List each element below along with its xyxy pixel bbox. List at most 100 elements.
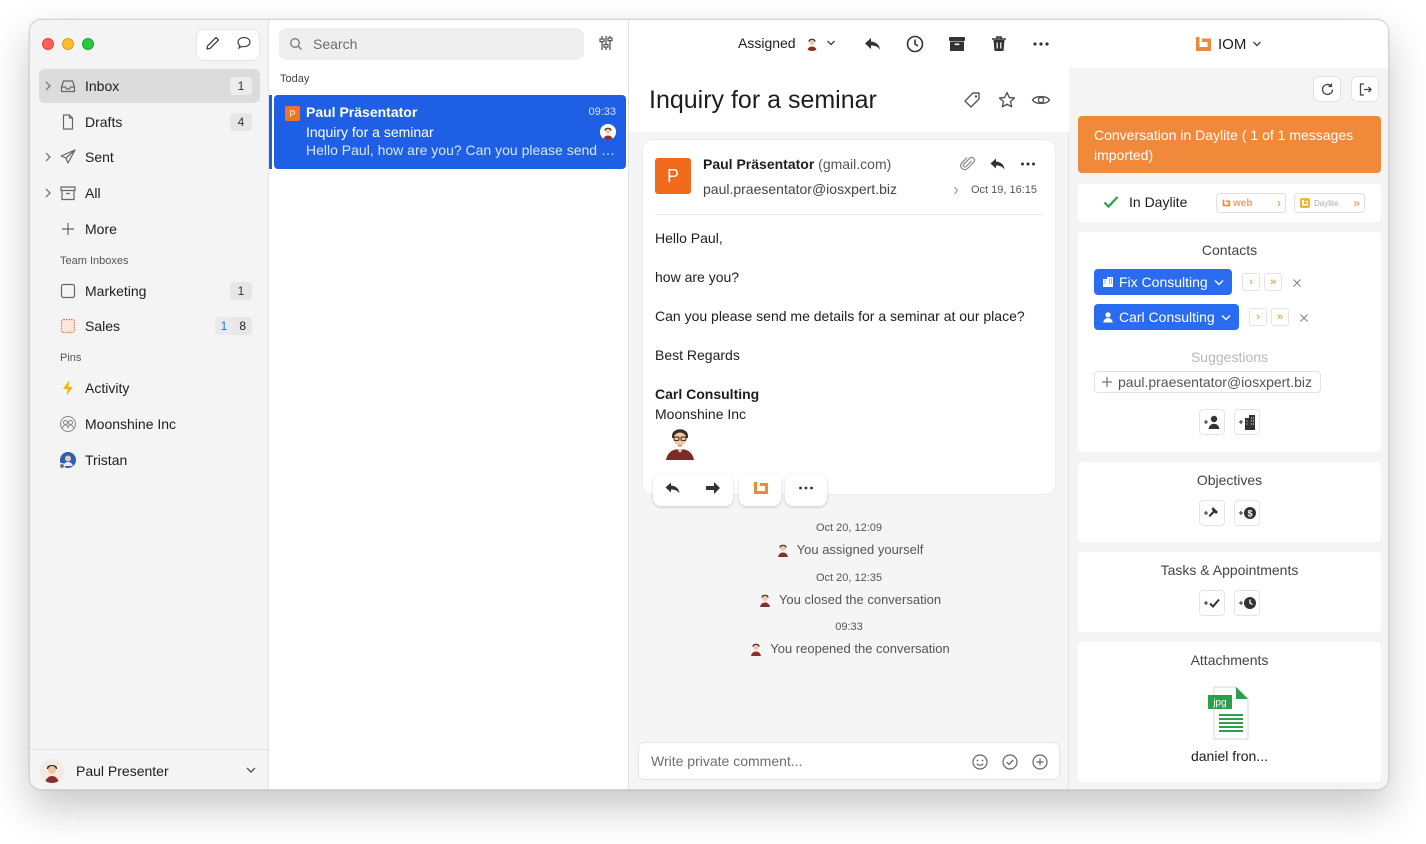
contact-chip-company[interactable]: Fix Consulting	[1094, 269, 1232, 295]
timeline-text: You reopened the conversation	[770, 640, 950, 656]
tag-icon[interactable]	[963, 90, 983, 110]
sidebar-item-inbox[interactable]: Inbox 1	[39, 69, 260, 103]
document-icon	[62, 114, 74, 130]
forward-button[interactable]	[704, 479, 722, 502]
daylite-button[interactable]	[751, 479, 769, 502]
message-list-column: Search Today P Paul Präsentator 09:33 In…	[269, 20, 660, 789]
avatar	[40, 758, 64, 783]
tasks-heading: Tasks & Appointments	[1160, 562, 1299, 578]
chevron-right-icon: ›	[1249, 276, 1253, 288]
account-bar: IOM	[1069, 20, 1388, 68]
open-daylite-button[interactable]: »	[1271, 308, 1289, 326]
account-switcher[interactable]: IOM	[1192, 34, 1268, 54]
more-icon[interactable]	[1019, 155, 1037, 173]
message-date: Oct 19, 16:15	[970, 184, 1037, 196]
star-icon[interactable]	[997, 90, 1017, 110]
tasks-panel: Tasks & Appointments	[1078, 552, 1381, 632]
more-actions-button[interactable]	[797, 479, 815, 502]
open-in-web-button[interactable]: web ›	[1216, 193, 1286, 213]
chevron-right-icon[interactable]	[43, 187, 53, 199]
logout-button[interactable]	[1351, 76, 1379, 102]
sender-line: Paul Präsentator (gmail.com)	[703, 156, 891, 172]
list-item[interactable]: P Paul Präsentator 09:33 Inquiry for a s…	[274, 95, 626, 169]
file-extension-label: jpg	[1212, 698, 1226, 709]
more-action-group	[785, 474, 827, 506]
sidebar-item-more[interactable]: More	[39, 212, 260, 246]
refresh-button[interactable]	[1313, 76, 1341, 102]
pencil-icon	[205, 36, 219, 50]
body-paragraph: how are you?	[655, 269, 740, 285]
contact-chip-person[interactable]: Carl Consulting	[1094, 304, 1239, 330]
chevron-right-icon[interactable]	[953, 186, 959, 195]
date-section-heading: Today	[280, 73, 310, 85]
attachments-panel: Attachments jpg daniel fron...	[1078, 642, 1381, 782]
reply-icon[interactable]	[863, 34, 883, 54]
sidebar-item-marketing[interactable]: Marketing 1	[39, 274, 260, 308]
remove-contact-icon[interactable]	[1299, 313, 1309, 323]
daylite-status-panel: In Daylite web › Daylite »	[1078, 184, 1381, 222]
plus-icon	[1102, 377, 1112, 387]
reply-forward-group	[653, 474, 733, 506]
close-window-button[interactable]	[42, 38, 54, 50]
signature-company: Moonshine Inc	[655, 406, 747, 422]
sidebar-item-moonshine[interactable]: Moonshine Inc	[39, 407, 260, 441]
daylite-logo-icon	[1222, 199, 1231, 207]
eye-icon[interactable]	[1031, 90, 1051, 110]
emoji-icon[interactable]	[971, 753, 989, 771]
reply-button[interactable]	[664, 479, 682, 502]
user-name: Paul Presenter	[76, 762, 169, 779]
zoom-window-button[interactable]	[82, 38, 94, 50]
message-subject-title: Inquiry for a seminar	[649, 86, 877, 114]
sender-email[interactable]: paul.praesentator@iosxpert.biz	[703, 181, 897, 197]
clock-icon[interactable]	[905, 34, 925, 54]
double-chevron-icon: »	[1269, 276, 1277, 288]
add-appointment-button[interactable]	[1234, 590, 1260, 616]
search-input[interactable]: Search	[279, 28, 584, 60]
chevron-right-icon[interactable]	[43, 151, 53, 163]
assignee-dropdown[interactable]: Assigned	[738, 35, 836, 51]
add-company-button[interactable]	[1234, 409, 1260, 435]
image-file-icon[interactable]: jpg	[1206, 685, 1254, 741]
more-icon[interactable]	[1031, 34, 1051, 54]
daylite-label: Daylite	[1314, 198, 1339, 208]
sidebar-item-sent[interactable]: Sent	[39, 140, 260, 174]
add-opportunity-button[interactable]: $	[1234, 500, 1260, 526]
compose-button[interactable]	[205, 35, 221, 56]
suggestion-chip[interactable]: paul.praesentator@iosxpert.biz	[1094, 371, 1321, 393]
remove-contact-icon[interactable]	[1292, 278, 1302, 288]
email-card: P Paul Präsentator (gmail.com) paul.prae…	[643, 140, 1055, 494]
new-chat-button[interactable]	[236, 35, 252, 56]
sidebar-item-label: More	[85, 220, 117, 237]
selection-indicator	[269, 95, 272, 169]
sidebar-item-tristan[interactable]: Tristan	[39, 443, 260, 477]
current-user-menu[interactable]: Paul Presenter	[30, 749, 269, 789]
sidebar-item-all[interactable]: All	[39, 176, 260, 210]
paperclip-icon[interactable]	[959, 155, 977, 173]
add-circle-icon[interactable]	[1031, 753, 1049, 771]
open-web-button[interactable]: ›	[1249, 308, 1267, 326]
archive-icon[interactable]	[947, 34, 967, 54]
private-comment-input[interactable]: Write private comment...	[638, 742, 1060, 780]
reply-icon[interactable]	[989, 155, 1007, 173]
minimize-window-button[interactable]	[62, 38, 74, 50]
add-person-button[interactable]	[1199, 409, 1225, 435]
add-project-button[interactable]	[1199, 500, 1225, 526]
sidebar-item-sales[interactable]: Sales 1 8	[39, 309, 260, 343]
sidebar-item-label: Sales	[85, 318, 121, 335]
chevron-down-icon	[826, 40, 835, 46]
open-daylite-button[interactable]: »	[1264, 273, 1282, 291]
open-in-daylite-button[interactable]: Daylite »	[1294, 193, 1365, 213]
trash-icon[interactable]	[989, 34, 1009, 54]
sidebar-item-drafts[interactable]: Drafts 4	[39, 105, 260, 139]
objectives-heading: Objectives	[1196, 472, 1263, 488]
checkmark-circle-icon[interactable]	[1001, 753, 1019, 771]
timeline-time: Oct 20, 12:35	[815, 572, 883, 584]
chevron-right-icon: ›	[1277, 196, 1281, 210]
chevron-right-icon[interactable]	[43, 80, 53, 92]
attachment-name[interactable]: daniel fron...	[1078, 748, 1381, 764]
sidebar-item-activity[interactable]: Activity	[39, 371, 260, 405]
lightning-icon	[63, 380, 73, 396]
filter-sliders-icon[interactable]	[597, 34, 615, 52]
add-task-button[interactable]	[1199, 590, 1225, 616]
open-web-button[interactable]: ›	[1242, 273, 1260, 291]
